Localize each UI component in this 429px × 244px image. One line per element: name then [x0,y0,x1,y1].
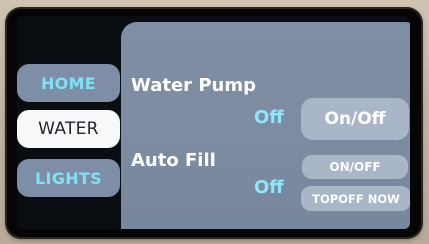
nav-button-home[interactable]: HOME [17,64,120,102]
water-pump-status: Off [254,107,284,128]
device-bezel: HOME WATER LIGHTS Water Pump Off On/Off … [7,9,421,237]
water-pump-toggle-button[interactable]: On/Off [301,98,409,140]
auto-fill-status: Off [254,177,284,198]
nav-button-water[interactable]: WATER [17,110,120,148]
auto-fill-toggle-button[interactable]: ON/OFF [302,155,408,179]
touch-screen: HOME WATER LIGHTS Water Pump Off On/Off … [17,16,410,229]
nav-button-lights[interactable]: LIGHTS [17,159,120,197]
water-pump-title: Water Pump [131,75,256,96]
topoff-now-button[interactable]: TOPOFF NOW [301,186,410,211]
auto-fill-title: Auto Fill [131,150,216,171]
